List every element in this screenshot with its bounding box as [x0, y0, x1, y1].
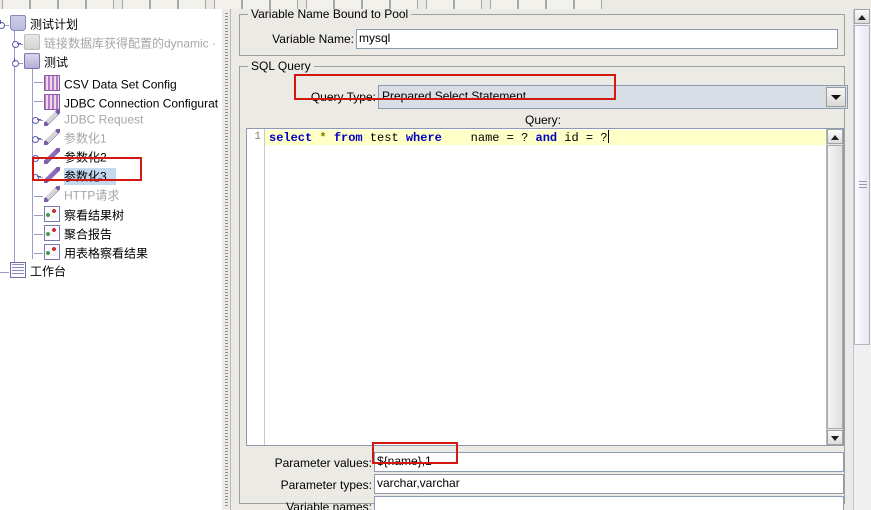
- scroll-up-button[interactable]: [827, 129, 843, 144]
- sql-token: from: [333, 131, 363, 145]
- window-vscrollbar[interactable]: [853, 9, 871, 510]
- parameter-values-label: Parameter values:: [274, 456, 372, 470]
- tree-node-label: CSV Data Set Config: [64, 77, 177, 92]
- tree-node[interactable]: 测试: [24, 53, 68, 72]
- parameter-types-field[interactable]: varchar,varchar: [374, 474, 844, 494]
- tree-node-label: 察看结果树: [64, 208, 125, 223]
- parameter-types-label: Parameter types:: [280, 478, 372, 492]
- sql-editor-gutter: 1: [247, 129, 265, 445]
- pool-group-title: Variable Name Bound to Pool: [248, 9, 412, 20]
- split-divider-grip: [225, 13, 228, 506]
- tree-node[interactable]: 测试计划: [10, 15, 78, 34]
- sql-token: id = ?: [557, 131, 608, 145]
- scroll-thumb-grip: [859, 181, 867, 189]
- tree-node-label: 参数化1: [64, 131, 107, 146]
- sql-token: where: [405, 131, 442, 145]
- tree-node-label: JDBC Request: [64, 112, 144, 127]
- tree-node[interactable]: 用表格察看结果: [44, 243, 148, 262]
- variable-name-label: Variable Name:: [272, 32, 354, 46]
- tree-expand-handle[interactable]: [0, 20, 7, 29]
- tree-node-label: 聚合报告: [64, 227, 113, 242]
- line-number: 1: [254, 131, 261, 143]
- sql-editor-vscrollbar[interactable]: [826, 129, 843, 445]
- chevron-down-icon[interactable]: [826, 87, 846, 107]
- query-caption: Query:: [524, 113, 561, 127]
- test-plan-icon: [10, 15, 26, 31]
- variable-names-field[interactable]: [374, 496, 844, 510]
- tree-node-label: 工作台: [30, 264, 67, 279]
- highlight-box-parameter-values: [372, 442, 458, 464]
- config-element-icon: [44, 94, 60, 110]
- scroll-down-button[interactable]: [827, 430, 843, 445]
- tree-node-label: HTTP请求: [64, 188, 120, 203]
- window-scroll-thumb[interactable]: [854, 25, 870, 345]
- tree-node-label: 用表格察看结果: [64, 246, 149, 261]
- sql-token: and: [535, 131, 558, 145]
- listener-icon: [44, 206, 60, 222]
- workbench-icon: [10, 262, 26, 278]
- tree-node[interactable]: 察看结果树: [44, 205, 124, 224]
- sampler-icon: [44, 110, 60, 126]
- tree-expand-handle[interactable]: [12, 58, 21, 67]
- sql-code-area[interactable]: select * from test where name = ? and id…: [265, 129, 827, 445]
- tree-node-label: 测试计划: [30, 17, 79, 32]
- listener-icon: [44, 225, 60, 241]
- tree-connector: [0, 272, 9, 273]
- sql-token: select: [269, 131, 313, 145]
- text-caret: [607, 130, 609, 143]
- sql-token: name = ?: [441, 131, 536, 145]
- tree-node[interactable]: 链接数据库获得配置的dynamic ·: [24, 34, 216, 53]
- tree-node-label: JDBC Connection Configurat: [64, 96, 219, 111]
- tree-node[interactable]: 参数化1: [44, 129, 107, 148]
- variable-name-field[interactable]: mysql: [356, 29, 838, 49]
- tree-node[interactable]: CSV Data Set Config: [44, 72, 177, 91]
- thread-group-icon: [24, 53, 40, 69]
- tree-connector: [34, 253, 43, 254]
- sql-token: test: [362, 131, 406, 145]
- tree-node[interactable]: JDBC Connection Configurat: [44, 91, 218, 110]
- jmeter-window: 测试计划链接数据库获得配置的dynamic · 测试 CSV Data Set Co…: [0, 0, 871, 510]
- highlight-box-query-type: [294, 74, 616, 100]
- listener-icon: [44, 244, 60, 260]
- sampler-icon: [44, 186, 60, 202]
- sql-query-group: SQL Query Query Type: Prepared Select St…: [239, 60, 848, 510]
- tree-node[interactable]: HTTP请求: [44, 186, 119, 205]
- thread-group-icon: [24, 34, 40, 50]
- tree-connector: [34, 196, 43, 197]
- sql-text: select * from test where name = ? and id…: [269, 130, 609, 145]
- sampler-icon: [44, 129, 60, 145]
- sql-query-group-title: SQL Query: [248, 60, 314, 72]
- tree-expand-handle[interactable]: [12, 39, 21, 48]
- tree-connector: [34, 82, 43, 83]
- variable-names-label: Variable names:: [286, 500, 372, 510]
- tree-expand-handle[interactable]: [32, 115, 41, 124]
- tree-node-label: 链接数据库获得配置的dynamic ·: [44, 36, 217, 51]
- highlight-box-tree-node: [32, 157, 142, 181]
- tree-node-label: 测试: [44, 55, 69, 70]
- tree-node[interactable]: 聚合报告: [44, 224, 112, 243]
- tree-expand-handle[interactable]: [32, 134, 41, 143]
- test-plan-tree-panel[interactable]: 测试计划链接数据库获得配置的dynamic · 测试 CSV Data Set Co…: [0, 9, 221, 510]
- tree-connector: [34, 215, 43, 216]
- tree-connector: [34, 234, 43, 235]
- tree-connector: [34, 101, 43, 102]
- window-scroll-up-button[interactable]: [854, 9, 870, 24]
- pool-group: Variable Name Bound to Pool Variable Nam…: [239, 9, 845, 56]
- tree-node[interactable]: JDBC Request: [44, 110, 143, 129]
- sql-scroll-thumb[interactable]: [827, 145, 843, 429]
- sql-token: *: [319, 131, 327, 145]
- config-element-icon: [44, 75, 60, 91]
- sql-editor[interactable]: 1 select * from test where name = ? and …: [246, 128, 844, 446]
- tree-node[interactable]: 工作台: [10, 262, 66, 281]
